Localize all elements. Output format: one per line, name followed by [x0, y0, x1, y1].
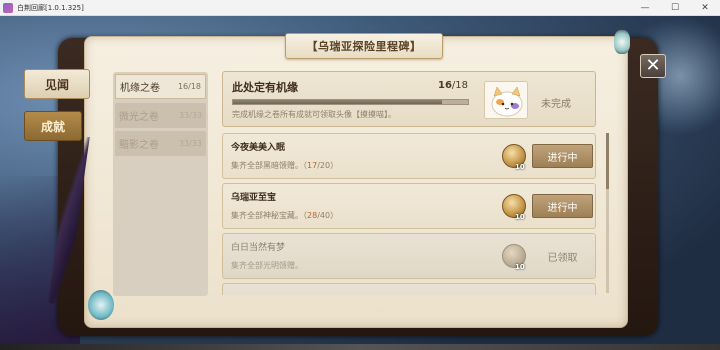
in-progress-button[interactable]: 进行中: [532, 194, 593, 218]
app-icon: [3, 2, 13, 13]
cat-avatar-icon: [485, 82, 527, 118]
desc-suffix: /20）: [317, 161, 339, 170]
window-title: 白荆回廊[1.0.1.325]: [17, 3, 84, 12]
collection-summary: 此处定有机缘 16/18 完成机缘之卷所有成就可领取头像【摸摸喵】。 未完成: [222, 71, 596, 127]
achievement-desc: 集齐全部光明馈赠。: [231, 260, 303, 271]
desc-prefix: 集齐全部黑暗馈赠。（: [231, 161, 307, 170]
window-titlebar: 白荆回廊[1.0.1.325] — ☐ ✕: [0, 0, 720, 16]
avatar-reward: [484, 81, 528, 119]
desc-prefix: 集齐全部神秘宝藏。（: [231, 211, 307, 220]
scroll-thumb[interactable]: [606, 133, 609, 189]
achievement-title: 乌瑞亚至宝: [231, 193, 277, 203]
achievement-item-partial: [222, 283, 596, 295]
achievement-item: 白日当然有梦 集齐全部光明馈赠。 10 已领取: [222, 233, 596, 279]
summary-status: 未完成: [541, 99, 571, 110]
achievement-desc: 集齐全部黑暗馈赠。（17/20）: [231, 160, 338, 171]
summary-count-total: /18: [451, 80, 468, 91]
summary-description: 完成机缘之卷所有成就可领取头像【摸摸喵】。: [232, 110, 396, 119]
desc-prefix: 集齐全部光明馈赠。: [231, 261, 303, 270]
achievement-list: 今夜美美入眠 集齐全部黑暗馈赠。（17/20） 10 进行中 乌瑞亚至宝 集齐全…: [222, 133, 596, 295]
bunny-charm-icon: [614, 30, 630, 54]
taskbar-strip: [0, 344, 720, 350]
summary-count: 16/18: [438, 80, 468, 91]
category-item-weiguang[interactable]: 微光之卷 33/33: [115, 103, 206, 128]
desc-progress: 28: [307, 211, 318, 220]
achievement-scrollbar[interactable]: [606, 133, 609, 293]
desc-progress: 17: [307, 161, 318, 170]
milestone-banner: 【乌瑞亚探险里程碑】: [285, 33, 443, 59]
reward-quantity: 10: [515, 163, 525, 171]
tab-jianwen-label: 见闻: [44, 77, 69, 92]
summary-progress-bar: [232, 99, 469, 105]
summary-count-current: 16: [437, 80, 452, 91]
close-button[interactable]: ✕: [640, 54, 666, 78]
category-count: 16/18: [177, 82, 201, 91]
minimize-button[interactable]: —: [630, 0, 660, 16]
reward-quantity: 10: [515, 263, 525, 271]
reward-quantity: 10: [515, 213, 525, 221]
summary-title: 此处定有机缘: [232, 81, 298, 94]
summary-progress-fill: [233, 100, 442, 104]
category-item-jiyuan[interactable]: 机缘之卷 16/18: [115, 74, 206, 99]
category-count: 33/33: [178, 139, 202, 148]
banner-title: 【乌瑞亚探险里程碑】: [306, 40, 422, 53]
category-name: 黯影之卷: [119, 140, 159, 151]
achievement-desc: 集齐全部神秘宝藏。（28/40）: [231, 210, 338, 221]
mascot-icon: [88, 290, 114, 320]
category-count: 33/33: [178, 111, 202, 120]
tab-jianwen[interactable]: 见闻: [24, 69, 90, 99]
window-controls: — ☐ ✕: [630, 0, 720, 16]
claimed-label: 已领取: [547, 252, 578, 264]
category-name: 机缘之卷: [120, 83, 160, 94]
category-list: 机缘之卷 16/18 微光之卷 33/33 黯影之卷 33/33: [113, 72, 208, 296]
tab-chengjiu-label: 成就: [40, 119, 65, 134]
achievement-title: 今夜美美入眠: [231, 143, 286, 153]
category-name: 微光之卷: [119, 112, 159, 123]
in-progress-button[interactable]: 进行中: [532, 144, 593, 168]
achievement-item: 今夜美美入眠 集齐全部黑暗馈赠。（17/20） 10 进行中: [222, 133, 596, 179]
achievement-item: 乌瑞亚至宝 集齐全部神秘宝藏。（28/40） 10 进行中: [222, 183, 596, 229]
desc-suffix: /40）: [317, 211, 339, 220]
window-close-button[interactable]: ✕: [690, 0, 720, 16]
category-item-anying[interactable]: 黯影之卷 33/33: [115, 131, 206, 156]
achievement-title: 白日当然有梦: [231, 243, 286, 253]
maximize-button[interactable]: ☐: [660, 0, 690, 16]
